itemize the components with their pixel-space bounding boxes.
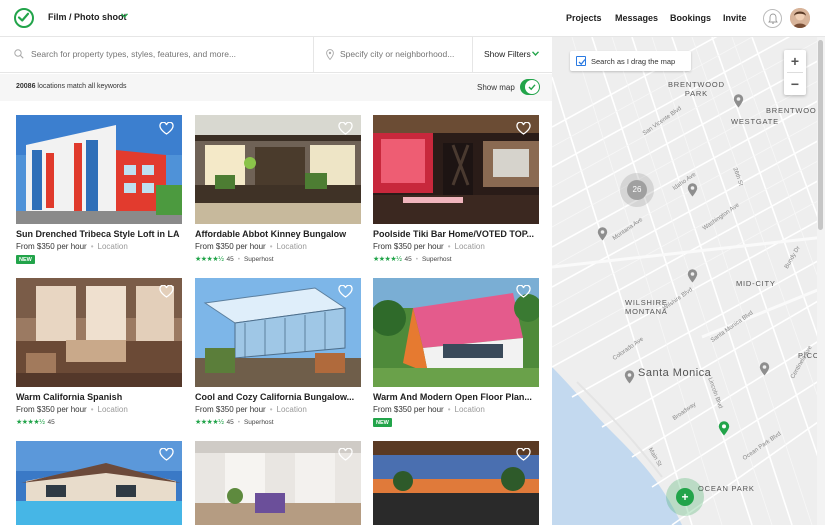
map-label-brentwood-park: BRENTWOOD PARK: [668, 80, 725, 98]
listing-title[interactable]: Warm And Modern Open Floor Plan...: [373, 392, 539, 402]
map-pin-icon[interactable]: [624, 370, 635, 384]
top-navbar: Film / Photo shoot Projects Messages Boo…: [0, 0, 825, 37]
search-as-drag-checkbox[interactable]: Search as I drag the map: [570, 51, 691, 71]
new-badge: NEW: [373, 418, 392, 427]
listing-photo[interactable]: [195, 115, 361, 224]
listing-card[interactable]: [195, 441, 361, 525]
chevron-down-icon[interactable]: [121, 13, 128, 18]
listing-card[interactable]: Sun Drenched Tribeca Style Loft in LA Fr…: [16, 115, 182, 264]
listing-price: From $350 per hour • Location: [16, 242, 128, 251]
add-location-pin[interactable]: +: [666, 478, 704, 516]
chevron-down-icon[interactable]: [532, 51, 539, 56]
map-label-brentwood: BRENTWOOD: [766, 106, 823, 115]
avatar[interactable]: [790, 8, 810, 28]
zoom-in-button[interactable]: +: [784, 50, 806, 72]
listing-card[interactable]: Affordable Abbot Kinney Bungalow From $3…: [195, 115, 361, 263]
listing-photo[interactable]: [195, 278, 361, 387]
listing-price: From $350 per hour • Location: [195, 242, 307, 251]
checkbox[interactable]: [576, 56, 586, 66]
listing-price: From $350 per hour • Location: [373, 242, 485, 251]
new-badge: NEW: [16, 255, 35, 264]
heart-icon[interactable]: [159, 122, 174, 135]
scrollbar-thumb[interactable]: [818, 40, 823, 230]
listing-title[interactable]: Warm California Spanish: [16, 392, 182, 402]
keyword-search-input[interactable]: [31, 49, 306, 59]
activity-selector[interactable]: Film / Photo shoot: [48, 12, 127, 22]
listing-title[interactable]: Poolside Tiki Bar Home/VOTED TOP...: [373, 229, 539, 239]
plus-icon: +: [676, 488, 694, 506]
zoom-out-button[interactable]: −: [784, 73, 806, 95]
search-bar: Show Filters: [0, 37, 552, 73]
nav-projects[interactable]: Projects: [566, 13, 602, 23]
nav-bookings[interactable]: Bookings: [670, 13, 711, 23]
heart-icon[interactable]: [516, 285, 531, 298]
listing-photo[interactable]: [373, 278, 539, 387]
map-label-mid-city: MID-CITY: [736, 279, 776, 288]
nav-invite[interactable]: Invite: [723, 13, 747, 23]
nav-messages[interactable]: Messages: [615, 13, 658, 23]
star-icon: ★★★★½: [373, 256, 402, 263]
star-icon: ★★★★½: [195, 419, 224, 426]
heart-icon[interactable]: [159, 285, 174, 298]
show-filters-button[interactable]: Show Filters: [484, 49, 531, 59]
listing-rating: ★★★★½ 45 • Superhost: [373, 255, 452, 264]
listing-photo[interactable]: [373, 441, 539, 525]
heart-icon[interactable]: [516, 122, 531, 135]
listing-card[interactable]: [373, 441, 539, 525]
map-label-westgate: WESTGATE: [731, 117, 779, 126]
search-icon: [14, 49, 24, 59]
show-map-label: Show map: [477, 83, 515, 92]
listing-photo[interactable]: [195, 441, 361, 525]
divider: [472, 37, 473, 73]
listing-price: From $350 per hour • Location: [16, 405, 128, 414]
listing-card[interactable]: Warm California Spanish From $350 per ho…: [16, 278, 182, 426]
listing-photo[interactable]: [16, 441, 182, 525]
listing-rating: ★★★★½ 45 • Superhost: [195, 255, 274, 264]
pin-icon: [326, 49, 334, 60]
map-pin-icon[interactable]: [759, 362, 770, 376]
heart-icon[interactable]: [338, 122, 353, 135]
check-logo-icon[interactable]: [14, 8, 34, 28]
listing-card[interactable]: Warm And Modern Open Floor Plan... From …: [373, 278, 539, 427]
listing-price: From $350 per hour • Location: [195, 405, 307, 414]
star-icon: ★★★★½: [195, 256, 224, 263]
map-pin-icon[interactable]: [733, 94, 744, 108]
map-pin-icon[interactable]: [687, 269, 698, 283]
listing-title[interactable]: Sun Drenched Tribeca Style Loft in LA: [16, 229, 182, 239]
map-cluster[interactable]: 26: [620, 173, 654, 207]
map-pin-icon[interactable]: [718, 421, 730, 436]
results-bar: 20086 locations match all keywords Show …: [0, 74, 552, 101]
results-count: 20086 locations match all keywords: [16, 83, 127, 90]
map-pin-icon[interactable]: [687, 183, 698, 197]
listing-price: From $350 per hour • Location: [373, 405, 485, 414]
show-map-toggle[interactable]: [520, 79, 540, 95]
listing-title[interactable]: Cool and Cozy California Bungalow...: [195, 392, 361, 402]
zoom-control: + −: [784, 50, 806, 95]
map-label-santa-monica: Santa Monica: [638, 367, 712, 379]
heart-icon[interactable]: [338, 448, 353, 461]
listing-card[interactable]: Cool and Cozy California Bungalow... Fro…: [195, 278, 361, 426]
bell-icon[interactable]: [763, 9, 782, 28]
divider: [313, 37, 314, 73]
listing-photo[interactable]: [373, 115, 539, 224]
map-pin-icon[interactable]: [597, 227, 608, 241]
listing-card[interactable]: [16, 441, 182, 525]
heart-icon[interactable]: [338, 285, 353, 298]
cluster-count: 26: [627, 180, 647, 200]
check-icon: [525, 80, 539, 94]
listing-photo[interactable]: [16, 115, 182, 224]
search-as-drag-label: Search as I drag the map: [591, 57, 676, 66]
star-icon: ★★★★½: [16, 419, 45, 426]
heart-icon[interactable]: [516, 448, 531, 461]
listing-rating: ★★★★½ 45 • Superhost: [195, 418, 274, 427]
listing-rating: ★★★★½ 45: [16, 418, 55, 427]
heart-icon[interactable]: [159, 448, 174, 461]
map-label-ocean-park: OCEAN PARK: [698, 484, 755, 493]
listing-card[interactable]: Poolside Tiki Bar Home/VOTED TOP... From…: [373, 115, 539, 263]
listing-photo[interactable]: [16, 278, 182, 387]
listing-title[interactable]: Affordable Abbot Kinney Bungalow: [195, 229, 361, 239]
city-search-input[interactable]: [340, 49, 465, 59]
